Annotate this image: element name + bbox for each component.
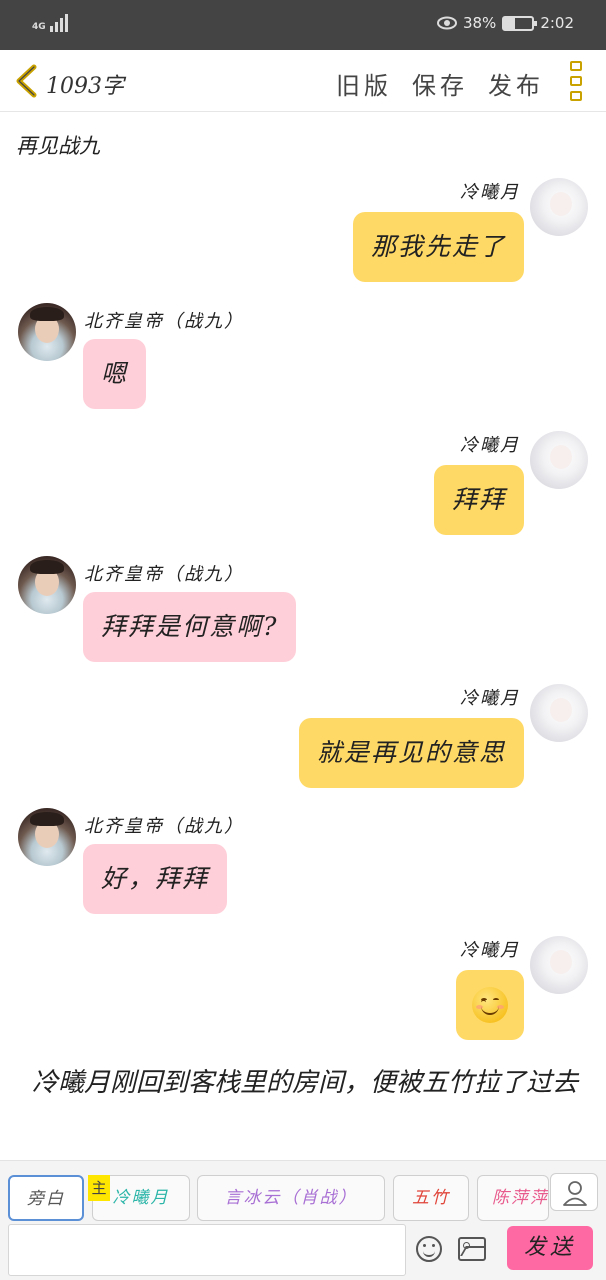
speaker-name: 冷曦月: [460, 940, 520, 961]
signal-bar: [54, 22, 58, 32]
avatar-other[interactable]: [18, 303, 76, 361]
old-version-button[interactable]: 旧版: [336, 66, 392, 101]
signal-icon: 4G: [32, 14, 68, 32]
publish-button[interactable]: 发布: [488, 66, 544, 101]
speaker-name: 冷曦月: [460, 182, 520, 203]
message-bubble[interactable]: 好，拜拜: [83, 844, 228, 914]
message-bubble[interactable]: 拜拜是何意啊?: [83, 592, 297, 662]
word-count: 1093字: [46, 74, 124, 99]
input-bar: 发送: [0, 1222, 606, 1280]
signal-bar: [59, 18, 63, 32]
main-character-tag: 主: [88, 1175, 110, 1201]
back-chevron-icon[interactable]: [12, 64, 42, 98]
signal-bar: [64, 14, 68, 32]
image-icon[interactable]: [458, 1237, 486, 1261]
message-bubble[interactable]: [456, 970, 524, 1040]
character-bar: 旁白 冷曦月 主 言冰云（肖战） 五竹 陈萍萍: [0, 1160, 606, 1222]
avatar-self[interactable]: [530, 684, 588, 742]
menu-icon[interactable]: [570, 61, 584, 101]
speaker-name: 北齐皇帝（战九）: [84, 816, 244, 837]
character-chip-wuzhu[interactable]: 五竹: [393, 1175, 469, 1221]
character-chip-narrator[interactable]: 旁白: [8, 1175, 84, 1221]
battery-icon: [502, 15, 538, 31]
narration-intro: 再见战九: [16, 134, 100, 158]
user-icon: [563, 1181, 587, 1206]
editor-toolbar: 1093字 旧版 保存 发布: [0, 50, 606, 112]
narration-closing: 冷曦月刚回到客栈里的房间，便被五竹拉了过去: [32, 1068, 579, 1098]
clock: 2:02: [540, 14, 574, 32]
message-bubble[interactable]: 那我先走了: [352, 212, 524, 282]
message-bubble[interactable]: 嗯: [83, 339, 147, 409]
avatar-self[interactable]: [530, 936, 588, 994]
smiling-face-emoji: [472, 986, 508, 1023]
emoji-icon[interactable]: [416, 1236, 442, 1262]
speaker-name: 北齐皇帝（战九）: [84, 564, 244, 585]
avatar-other[interactable]: [18, 556, 76, 614]
character-chip-yanbingyun[interactable]: 言冰云（肖战）: [197, 1175, 385, 1221]
speaker-name: 冷曦月: [460, 688, 520, 709]
add-character-button[interactable]: [550, 1173, 598, 1211]
send-button[interactable]: 发送: [507, 1226, 593, 1270]
battery-level: [504, 17, 515, 29]
network-type: 4G: [32, 22, 46, 32]
message-bubble[interactable]: 拜拜: [433, 465, 524, 535]
message-bubble[interactable]: 就是再见的意思: [298, 718, 524, 788]
eye-icon: [436, 16, 457, 30]
speaker-name: 北齐皇帝（战九）: [84, 311, 244, 332]
status-bar: 4G 38% 2:02: [0, 0, 606, 50]
message-input[interactable]: [8, 1224, 406, 1276]
avatar-self[interactable]: [530, 178, 588, 236]
avatar-self[interactable]: [530, 431, 588, 489]
signal-bar: [49, 26, 53, 32]
character-chip-chenpingping[interactable]: 陈萍萍: [477, 1175, 549, 1221]
save-button[interactable]: 保存: [412, 66, 468, 101]
battery-percent: 38%: [462, 14, 497, 32]
speaker-name: 冷曦月: [460, 435, 520, 456]
avatar-other[interactable]: [18, 808, 76, 866]
